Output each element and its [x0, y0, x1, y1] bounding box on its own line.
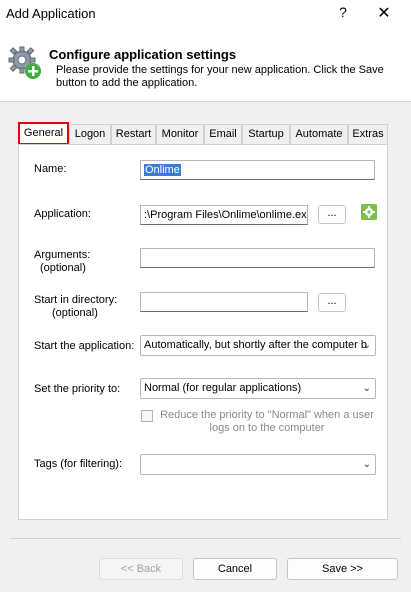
priority-select[interactable]: Normal (for regular applications) ⌄: [140, 378, 376, 399]
arguments-label: Arguments:: [34, 249, 91, 261]
save-button[interactable]: Save >>: [287, 558, 398, 580]
chevron-down-icon: ⌄: [362, 383, 371, 394]
name-input[interactable]: Onlime: [140, 160, 375, 180]
tab-email[interactable]: Email: [204, 124, 242, 145]
dialog-header: Configure application settings Please pr…: [0, 28, 411, 102]
gear-add-icon: [8, 46, 41, 79]
priority-label: Set the priority to:: [34, 383, 121, 395]
start-directory-optional-label: (optional): [52, 307, 98, 319]
chevron-down-icon: ⌄: [362, 459, 371, 470]
header-description: Please provide the settings for your new…: [56, 64, 384, 89]
chevron-down-icon: ⌄: [362, 340, 371, 351]
tab-strip: General Logon Restart Monitor Email Star…: [18, 122, 388, 145]
close-icon[interactable]: ✕: [376, 3, 392, 23]
tags-select[interactable]: ⌄: [140, 454, 376, 475]
browse-application-button[interactable]: ...: [318, 205, 346, 224]
start-application-label: Start the application:: [34, 340, 135, 352]
tab-automate[interactable]: Automate: [290, 124, 348, 145]
priority-value: Normal (for regular applications): [144, 382, 302, 394]
start-application-select[interactable]: Automatically, but shortly after the com…: [140, 335, 376, 356]
tab-extras[interactable]: Extras: [348, 124, 388, 145]
application-input[interactable]: :\Program Files\Onlime\onlime.exe: [140, 205, 308, 225]
window-title: Add Application: [6, 6, 96, 21]
start-application-value: Automatically, but shortly after the com…: [144, 339, 367, 351]
back-button[interactable]: << Back: [99, 558, 183, 580]
reduce-priority-label: Reduce the priority to "Normal" when a u…: [160, 409, 374, 434]
reduce-priority-checkbox[interactable]: [141, 410, 153, 422]
help-icon[interactable]: ?: [336, 4, 350, 20]
tab-startup[interactable]: Startup: [242, 124, 290, 145]
start-directory-label: Start in directory:: [34, 294, 118, 306]
green-gear-icon[interactable]: [361, 204, 377, 220]
cancel-button[interactable]: Cancel: [193, 558, 277, 580]
tab-logon[interactable]: Logon: [69, 124, 111, 145]
application-label: Application:: [34, 208, 91, 220]
arguments-optional-label: (optional): [40, 262, 86, 274]
header-title: Configure application settings: [49, 47, 237, 62]
tags-label: Tags (for filtering):: [34, 458, 123, 470]
tab-general[interactable]: General: [18, 122, 69, 145]
tab-restart[interactable]: Restart: [111, 124, 156, 145]
name-label: Name:: [34, 163, 67, 175]
start-directory-input[interactable]: [140, 292, 308, 312]
footer-divider: [10, 538, 401, 539]
name-value: Onlime: [144, 164, 181, 176]
general-panel: Name: Onlime Application: :\Program File…: [18, 144, 388, 520]
arguments-input[interactable]: [140, 248, 375, 268]
browse-directory-button[interactable]: ...: [318, 293, 346, 312]
title-bar: Add Application ? ✕: [0, 0, 411, 28]
tab-monitor[interactable]: Monitor: [156, 124, 204, 145]
